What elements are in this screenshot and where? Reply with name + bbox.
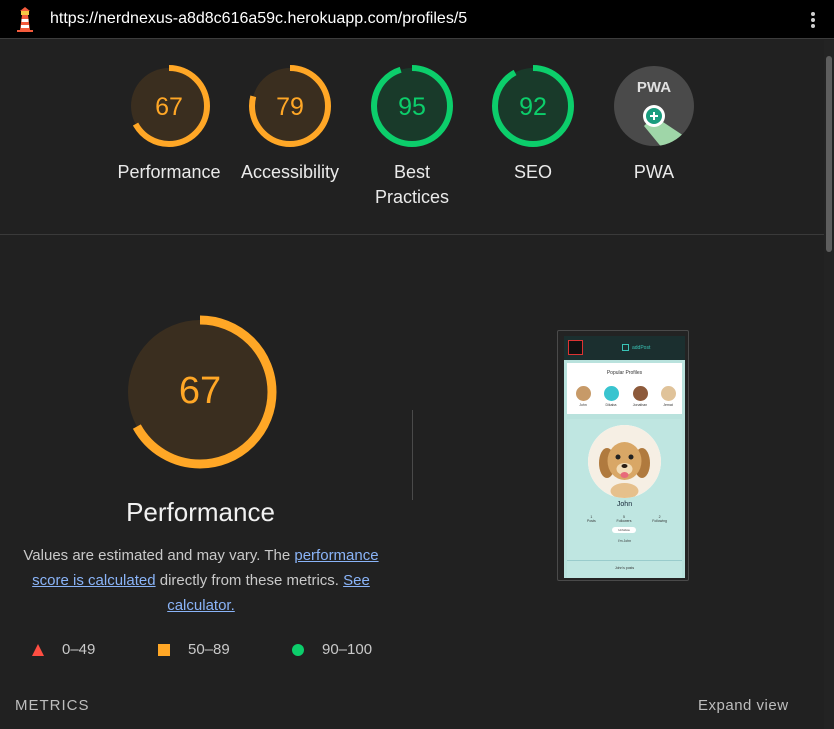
puppy-image-icon (588, 425, 661, 498)
gauge-score: 95 (398, 93, 426, 121)
scrollbar[interactable] (824, 40, 834, 729)
performance-score: 67 (179, 370, 221, 412)
pwa-badge-icon: PWA (614, 66, 694, 146)
legend-fail: 0–49 (32, 641, 95, 658)
expand-view-button[interactable]: Expand view (698, 697, 789, 714)
screenshot-stats: 1 Posts 5 Followers 2 Following (587, 515, 667, 523)
lighthouse-logo-icon (14, 6, 36, 32)
screenshot-bio: I'm John (617, 539, 632, 543)
profile-name: Dikaba (605, 403, 617, 407)
stat: 2 Following (652, 515, 667, 523)
screenshot-popular-title: Popular Profiles (606, 370, 643, 376)
performance-title: Performance (126, 497, 275, 527)
gauge-score: 79 (276, 93, 304, 121)
avatar (575, 386, 591, 401)
gauge-label: Accessibility (240, 162, 340, 182)
gauge-label: SEO (513, 162, 552, 182)
screenshot-popular-profiles: Popular Profiles John Dikaba Jonathan Je… (567, 363, 682, 414)
screenshot-profile-name: John (616, 501, 633, 508)
legend-range: 90–100 (322, 641, 373, 658)
stat-label: Followers (616, 519, 632, 523)
gauge-pwa[interactable]: PWA PWA (594, 64, 714, 185)
gauge-accessibility[interactable]: 79 Accessibility (230, 64, 350, 185)
final-screenshot[interactable]: addPost Popular Profiles John Dikaba Jon… (557, 330, 689, 581)
legend-pass: 90–100 (292, 641, 372, 658)
legend-range: 50–89 (188, 641, 230, 658)
stat: 5 Followers (616, 515, 631, 523)
stat-label: Following (652, 519, 667, 523)
score-gauges: 67 Performance 79 Accessibility 95 Best … (0, 40, 824, 235)
performance-description: Values are estimated and may vary. The p… (16, 543, 386, 618)
gauge-label: Performance (117, 162, 221, 182)
profile-name: John (579, 403, 587, 407)
triangle-fail-icon (32, 643, 44, 656)
stat-label: Posts (587, 519, 596, 523)
profile-name: Jemat (663, 403, 673, 407)
desc-text: Values are estimated and may vary. The (23, 547, 295, 564)
circle-pass-icon (292, 643, 304, 656)
legend-average: 50–89 (158, 641, 230, 658)
screenshot-page: addPost Popular Profiles John Dikaba Jon… (564, 336, 685, 578)
screenshot-posts-title: John's posts (567, 560, 682, 575)
gauge-label: PWA (633, 162, 675, 182)
gauge-score: 92 (519, 93, 547, 121)
screenshot-profile: Dikaba (600, 386, 622, 407)
pwa-badge-text: PWA (637, 79, 671, 96)
screenshot-profile-card: John 1 Posts 5 Followers 2 Following Unfoll… (567, 419, 682, 578)
screenshot-nav-link: addPost (622, 344, 650, 351)
gauge-best-practices[interactable]: 95 Best Practices (352, 64, 472, 210)
gauge-performance[interactable]: 67 Performance (109, 64, 229, 185)
gauge-seo[interactable]: 92 SEO (473, 64, 593, 185)
desc-text: directly from these metrics. (155, 572, 344, 589)
divider (412, 410, 413, 500)
screenshot-unfollow-button: Unfollow (612, 527, 636, 533)
avatar (660, 386, 676, 401)
scrollbar-thumb[interactable] (826, 56, 832, 252)
gauge-label: Best Practices (374, 162, 450, 207)
profile-name: Jonathan (632, 403, 648, 407)
puppy-avatar (588, 425, 661, 498)
square-average-icon (158, 643, 170, 656)
screenshot-logo-icon (568, 340, 583, 355)
screenshot-profile: Jemat (657, 386, 679, 407)
screenshot-profile: Jonathan (629, 386, 651, 407)
browser-bar: https://nerdnexus-a8d8c616a59c.herokuapp… (0, 0, 834, 39)
more-options-icon[interactable] (810, 10, 816, 30)
performance-gauge-ring: 67 (128, 65, 210, 147)
gauge-score: 67 (155, 93, 183, 121)
performance-main-gauge: 67 (123, 315, 277, 469)
avatar (632, 386, 648, 401)
score-legend: 0–49 50–89 90–100 (0, 641, 400, 661)
stat: 1 Posts (587, 515, 596, 523)
url-text[interactable]: https://nerdnexus-a8d8c616a59c.herokuapp… (50, 10, 467, 28)
legend-range: 0–49 (62, 641, 96, 658)
avatar (603, 386, 619, 401)
screenshot-navbar: addPost (564, 336, 685, 360)
best-practices-gauge-ring: 95 (371, 65, 453, 147)
metrics-heading: METRICS (15, 697, 90, 714)
screenshot-profile: John (572, 386, 594, 407)
accessibility-gauge-ring: 79 (249, 65, 331, 147)
seo-gauge-ring: 92 (492, 65, 574, 147)
